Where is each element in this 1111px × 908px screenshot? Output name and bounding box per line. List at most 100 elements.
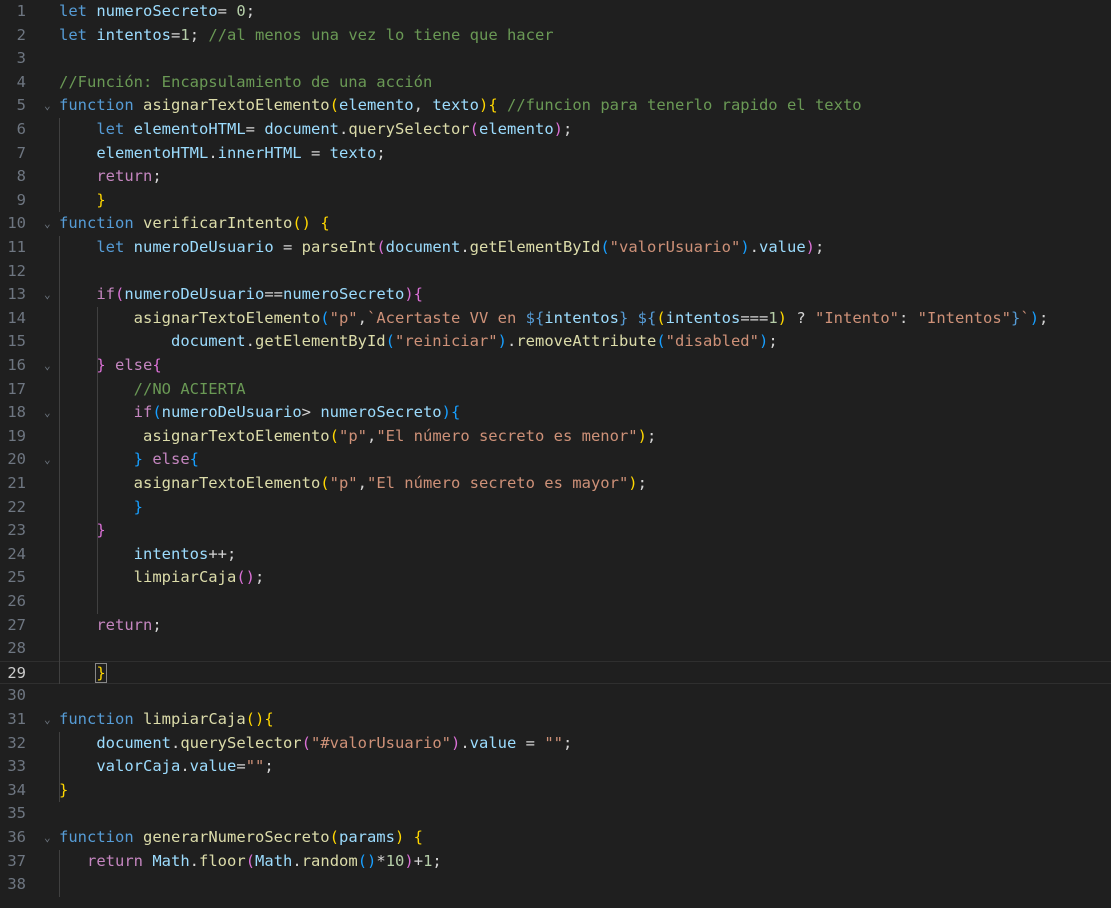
code-line[interactable]: 2 let intentos=1; //al menos una vez lo t… (0, 24, 1111, 48)
code-token: > (301, 403, 321, 422)
code-line[interactable]: 15 document.getElementById("reiniciar").… (0, 330, 1111, 354)
code-line[interactable]: 35 (0, 802, 1111, 826)
code-token: asignarTextoElemento (143, 96, 330, 115)
code-token: document (170, 332, 246, 351)
code-line[interactable]: 6 let elementoHTML= document.querySelect… (0, 118, 1111, 142)
code-line[interactable]: 13 ⌄ if(numeroDeUsuario==numeroSecreto){ (0, 283, 1111, 307)
code-line[interactable]: 23 } (0, 519, 1111, 543)
code-token: floor (199, 851, 246, 870)
code-token: ${ (637, 308, 657, 327)
code-token: . (506, 332, 517, 351)
code-token: ( (115, 285, 125, 304)
code-token: { (413, 285, 424, 304)
code-line[interactable]: 21 asignarTextoElemento("p","El número s… (0, 472, 1111, 496)
code-token: () (292, 214, 311, 233)
code-line[interactable]: 31 ⌄ function limpiarCaja(){ (0, 708, 1111, 732)
code-token: ; (264, 757, 274, 776)
code-token: ? (787, 308, 815, 327)
code-token: intentos (133, 544, 209, 563)
line-number: 1 (16, 2, 26, 20)
code-line[interactable]: 9 } (0, 189, 1111, 213)
line-number: 4 (16, 72, 26, 91)
code-token: ; (254, 568, 265, 587)
code-line[interactable]: 26 (0, 590, 1111, 614)
code-token: limpiarCaja (143, 710, 246, 728)
fold-chevron-icon[interactable]: ⌄ (44, 283, 51, 307)
code-token: parseInt (301, 238, 377, 256)
code-token: ( (385, 332, 395, 351)
code-line[interactable]: 12 (0, 260, 1111, 284)
code-token: } (618, 308, 629, 327)
code-token: ; (245, 2, 256, 20)
line-number: 7 (16, 143, 26, 162)
code-token: ; (646, 426, 657, 445)
fold-chevron-icon[interactable]: ⌄ (44, 448, 51, 472)
code-token: elemento (479, 120, 554, 138)
line-number: 29 (7, 663, 26, 682)
code-token: "valorUsuario" (609, 238, 741, 256)
code-line[interactable]: 27 return; (0, 614, 1111, 638)
code-line[interactable]: 20 ⌄ } else{ (0, 448, 1111, 472)
line-code: valorCaja.value=""; (59, 755, 274, 779)
fold-chevron-icon[interactable]: ⌄ (44, 94, 51, 118)
code-token: "p" (329, 308, 358, 327)
code-token: generarNumeroSecreto (143, 828, 330, 846)
code-line[interactable]: 16 ⌄ } else{ (0, 354, 1111, 378)
code-line[interactable]: 5 ⌄ function asignarTextoElemento(elemento… (0, 94, 1111, 118)
code-line[interactable]: 32 document.querySelector("#valorUsuario… (0, 732, 1111, 756)
code-line[interactable]: 17 //NO ACIERTA (0, 378, 1111, 402)
code-token: else (152, 450, 190, 469)
code-line[interactable]: 1 let numeroSecreto= 0; (0, 0, 1111, 24)
line-code: let intentos=1; //al menos una vez lo ti… (59, 24, 554, 48)
code-line[interactable]: 18 ⌄ if(numeroDeUsuario> numeroSecreto){ (0, 401, 1111, 425)
code-line[interactable]: 3 (0, 47, 1111, 71)
fold-chevron-icon[interactable]: ⌄ (44, 212, 51, 236)
code-line[interactable]: 22 } (0, 496, 1111, 520)
code-line[interactable]: 4 //Función: Encapsulamiento de una acció… (0, 71, 1111, 95)
code-token: = (273, 238, 302, 256)
code-line[interactable]: 34} (0, 779, 1111, 803)
code-line[interactable]: 11 let numeroDeUsuario = parseInt(docume… (0, 236, 1111, 260)
line-code: let numeroDeUsuario = parseInt(document.… (59, 236, 824, 260)
code-line[interactable]: 33 valorCaja.value=""; (0, 755, 1111, 779)
code-token: "" (245, 757, 265, 776)
line-number: 14 (7, 308, 26, 327)
code-line[interactable]: 24 intentos++; (0, 543, 1111, 567)
line-code: asignarTextoElemento("p","El número secr… (59, 425, 656, 449)
code-line[interactable]: 8 return; (0, 165, 1111, 189)
code-token: intentos (665, 308, 741, 327)
code-editor[interactable]: 1 let numeroSecreto= 0; 2 let intentos=1; /… (0, 0, 1111, 908)
code-line[interactable]: 14 asignarTextoElemento("p",`Acertaste V… (0, 307, 1111, 331)
line-number: 32 (7, 733, 26, 752)
code-line[interactable]: 28 (0, 637, 1111, 661)
code-line[interactable]: 25 limpiarCaja(); (0, 566, 1111, 590)
code-token: () (236, 568, 255, 587)
code-line[interactable]: 38 (0, 873, 1111, 897)
fold-chevron-icon[interactable]: ⌄ (44, 354, 51, 378)
code-token: 0 (236, 2, 246, 20)
code-line[interactable]: 29 } (0, 660, 1111, 685)
fold-chevron-icon[interactable]: ⌄ (44, 401, 51, 425)
code-token: innerHTML (217, 143, 302, 162)
code-line[interactable]: 36 ⌄ function generarNumeroSecreto(params)… (0, 826, 1111, 850)
line-code: } (59, 496, 143, 520)
line-code: //Función: Encapsulamiento de una acción (59, 71, 432, 95)
code-line[interactable]: 37 return Math.floor(Math.random()*10)+1… (0, 850, 1111, 874)
code-line[interactable]: 19 asignarTextoElemento("p","El número s… (0, 425, 1111, 449)
code-token: ) (758, 332, 769, 351)
code-line[interactable]: 7 elementoHTML.innerHTML = texto; (0, 142, 1111, 166)
fold-chevron-icon[interactable]: ⌄ (44, 708, 51, 732)
code-line[interactable]: 10 ⌄ function verificarIntento() { (0, 212, 1111, 236)
code-token: "El número secreto es mayor" (366, 474, 629, 492)
code-token: texto (432, 96, 479, 115)
code-token: ; (189, 25, 209, 44)
fold-chevron-icon[interactable]: ⌄ (44, 826, 51, 850)
code-line[interactable]: 30 (0, 684, 1111, 708)
code-token: ( (320, 474, 330, 492)
line-code: asignarTextoElemento("p","El número secr… (59, 472, 647, 496)
code-token: 1 (180, 25, 190, 44)
